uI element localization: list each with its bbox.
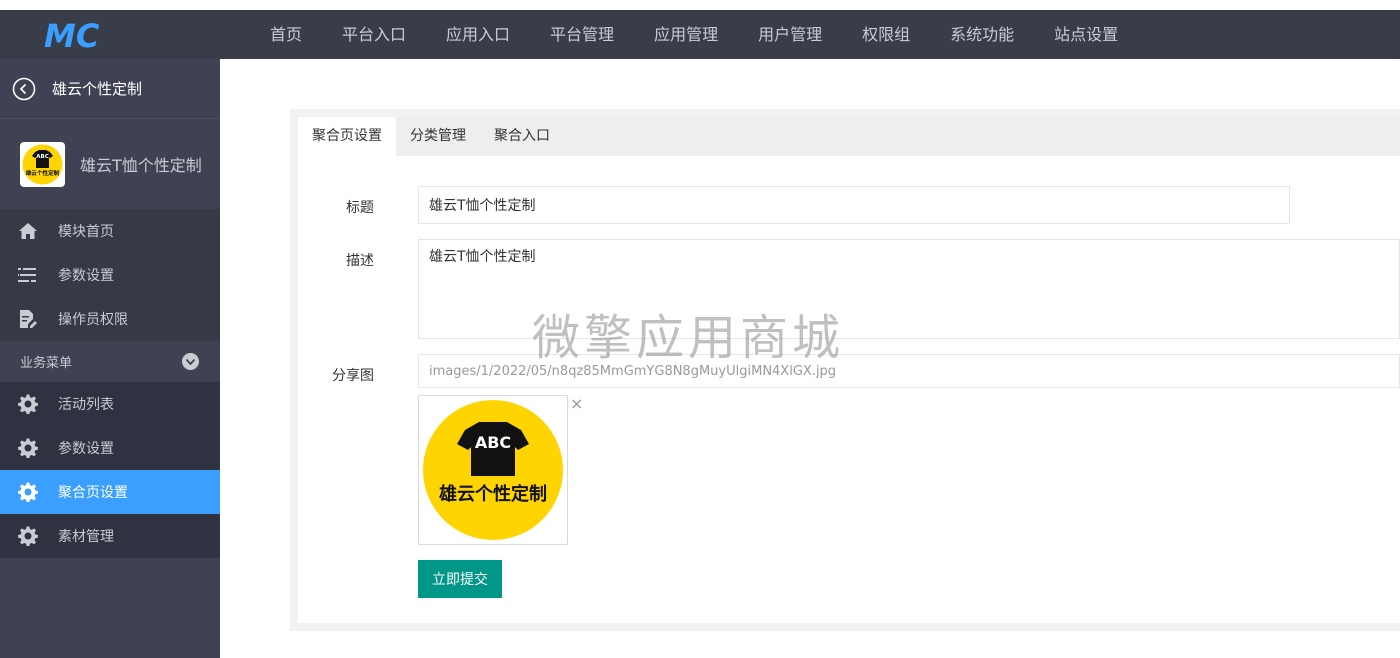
tab[interactable]: 聚合入口: [480, 117, 564, 156]
business-menu-item[interactable]: 参数设置: [0, 426, 220, 470]
submit-button[interactable]: 立即提交: [418, 560, 502, 598]
description-textarea[interactable]: 雄云T恤个性定制: [418, 239, 1400, 339]
nav-item[interactable]: 平台管理: [530, 10, 634, 59]
menu-item-label: 素材管理: [58, 529, 114, 545]
menu-item-label: 活动列表: [58, 397, 114, 413]
top-strip: [0, 0, 1400, 10]
sidebar: 雄云个性定制 ABC 雄云个性定制 雄云T恤个性定制 模块首页 参数设置 操作员…: [0, 59, 220, 658]
tab[interactable]: 聚合页设置: [298, 117, 396, 156]
share-image-label: 分享图: [332, 368, 374, 384]
nav-item[interactable]: 应用入口: [426, 10, 530, 59]
module-menu: 模块首页 参数设置 操作员权限: [0, 209, 220, 341]
share-image: ABC 雄云个性定制: [423, 400, 563, 540]
business-menu-header[interactable]: 业务菜单: [0, 341, 220, 382]
home-icon: [17, 220, 39, 242]
gear-icon: [17, 437, 39, 459]
mc-logo[interactable]: MC: [44, 18, 106, 52]
nav-item[interactable]: 系统功能: [930, 10, 1034, 59]
back-circle-icon[interactable]: [12, 77, 36, 101]
menu-item-operator-permissions[interactable]: 操作员权限: [0, 297, 220, 341]
menu-item-params[interactable]: 参数设置: [0, 253, 220, 297]
title-input[interactable]: [418, 186, 1290, 224]
business-menu-item[interactable]: 聚合页设置: [0, 470, 220, 514]
share-image-path-input[interactable]: [418, 354, 1400, 388]
settings-card: 聚合页设置分类管理聚合入口 标题 描述 雄云T恤个性定制 分享图 ABC 雄云个…: [298, 117, 1400, 623]
app-name: 雄云T恤个性定制: [80, 156, 202, 175]
share-image-thumbnail: ABC 雄云个性定制: [418, 395, 568, 545]
nav-item[interactable]: 应用管理: [634, 10, 738, 59]
settings-panel: 聚合页设置分类管理聚合入口 标题 描述 雄云T恤个性定制 分享图 ABC 雄云个…: [290, 109, 1400, 631]
gear-icon: [17, 481, 39, 503]
nav-item[interactable]: 用户管理: [738, 10, 842, 59]
group-title: 业务菜单: [20, 356, 73, 371]
sliders-icon: [17, 264, 39, 286]
edit-doc-icon: [17, 308, 39, 330]
back-row[interactable]: 雄云个性定制: [0, 59, 220, 119]
nav-item[interactable]: 平台入口: [322, 10, 426, 59]
remove-image-close-icon[interactable]: ×: [570, 395, 583, 413]
gear-icon: [17, 525, 39, 547]
main-content: 聚合页设置分类管理聚合入口 标题 描述 雄云T恤个性定制 分享图 ABC 雄云个…: [220, 59, 1400, 658]
top-nav: 首页 平台入口 应用入口 平台管理 应用管理 用户管理 权限组 系统功能 站点设置: [250, 10, 1138, 59]
back-title: 雄云个性定制: [52, 80, 143, 98]
tab-bar: 聚合页设置 分类管理 聚合入口: [298, 117, 1400, 156]
chevron-down-icon[interactable]: [182, 353, 199, 370]
business-menu-item[interactable]: 素材管理: [0, 514, 220, 558]
svg-text:ABC: ABC: [36, 154, 49, 160]
menu-item-label: 模块首页: [58, 224, 114, 240]
svg-text:雄云个性定制: 雄云个性定制: [438, 483, 547, 505]
business-menu: 活动列表参数设置聚合页设置素材管理: [0, 382, 220, 558]
top-header: MC 首页 平台入口 应用入口 平台管理 应用管理 用户管理 权限组 系统功能 站点设置: [0, 10, 1400, 59]
menu-item-label: 操作员权限: [58, 312, 128, 328]
business-menu-item[interactable]: 活动列表: [0, 382, 220, 426]
menu-item-label: 聚合页设置: [58, 485, 128, 501]
menu-item-label: 参数设置: [58, 268, 114, 284]
app-logo-image: ABC 雄云个性定制: [22, 144, 63, 184]
gear-icon: [17, 393, 39, 415]
nav-item[interactable]: 站点设置: [1034, 10, 1138, 59]
description-label: 描述: [346, 253, 374, 269]
app-logo: ABC 雄云个性定制: [20, 141, 65, 187]
menu-item-label: 参数设置: [58, 441, 114, 457]
svg-text:MC: MC: [44, 18, 100, 52]
title-label: 标题: [346, 200, 374, 216]
menu-item-home[interactable]: 模块首页: [0, 209, 220, 253]
svg-text:雄云个性定制: 雄云个性定制: [25, 169, 60, 177]
svg-text:ABC: ABC: [475, 433, 511, 452]
tab[interactable]: 分类管理: [396, 117, 480, 156]
nav-item[interactable]: 权限组: [842, 10, 930, 59]
app-info: ABC 雄云个性定制 雄云T恤个性定制: [0, 119, 220, 209]
nav-item[interactable]: 首页: [250, 10, 322, 59]
